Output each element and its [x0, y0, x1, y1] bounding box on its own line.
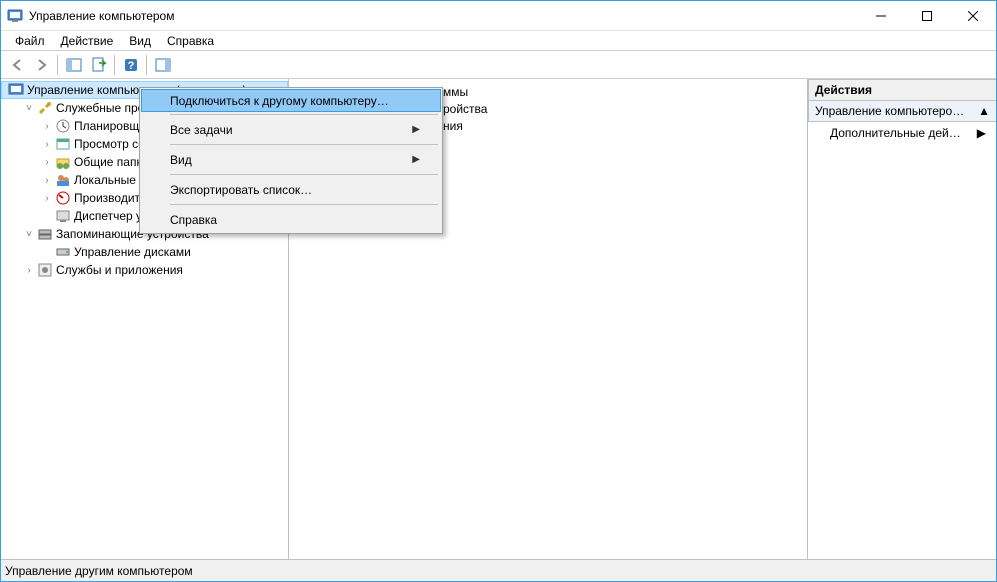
- cm-item-label: Справка: [170, 213, 217, 227]
- maximize-button[interactable]: [904, 1, 950, 30]
- expander-icon[interactable]: ˅: [23, 229, 35, 240]
- computer-mgmt-icon: [8, 82, 24, 98]
- context-menu: Подключиться к другому компьютеру… Все з…: [139, 87, 443, 234]
- expander-icon[interactable]: ›: [41, 193, 53, 204]
- window-controls: [858, 1, 996, 30]
- services-icon: [37, 262, 53, 278]
- actions-section[interactable]: Управление компьютеро… ▲: [808, 101, 996, 122]
- submenu-arrow-icon: ▶: [977, 126, 986, 140]
- menu-action[interactable]: Действие: [55, 32, 120, 50]
- cm-item-label: Экспортировать список…: [170, 183, 312, 197]
- svg-text:?: ?: [127, 60, 134, 72]
- menu-view[interactable]: Вид: [123, 32, 157, 50]
- list-item[interactable]: ммы: [439, 83, 487, 100]
- storage-icon: [37, 226, 53, 242]
- cm-view[interactable]: Вид ▶: [142, 148, 440, 171]
- expander-icon[interactable]: ›: [41, 175, 53, 186]
- help-button[interactable]: ?: [119, 54, 142, 76]
- cm-item-label: Вид: [170, 153, 192, 167]
- close-button[interactable]: [950, 1, 996, 30]
- tree-label: Службы и приложения: [55, 263, 183, 277]
- cm-separator: [170, 144, 438, 145]
- cm-export-list[interactable]: Экспортировать список…: [142, 178, 440, 201]
- expander-icon[interactable]: ›: [41, 157, 53, 168]
- expander-icon[interactable]: ›: [41, 121, 53, 132]
- show-hide-tree-button[interactable]: [62, 54, 85, 76]
- toolbar: ?: [1, 51, 996, 79]
- titlebar: Управление компьютером: [1, 1, 996, 31]
- list-item-label: ния: [443, 119, 463, 133]
- actions-item-label: Дополнительные дей…: [830, 126, 961, 140]
- export-button[interactable]: [87, 54, 110, 76]
- list-item-label: ройства: [443, 102, 487, 116]
- performance-icon: [55, 190, 71, 206]
- expander-icon[interactable]: ˅: [23, 103, 35, 114]
- toolbar-sep: [57, 55, 58, 75]
- toolbar-sep: [146, 55, 147, 75]
- list-item-label: ммы: [443, 85, 468, 99]
- tree-label: Управление дисками: [73, 245, 191, 259]
- submenu-arrow-icon: ▶: [412, 154, 420, 165]
- menu-help[interactable]: Справка: [161, 32, 220, 50]
- submenu-arrow-icon: ▶: [412, 124, 420, 135]
- cm-item-label: Все задачи: [170, 123, 233, 137]
- event-viewer-icon: [55, 136, 71, 152]
- toolbar-sep: [114, 55, 115, 75]
- actions-section-label: Управление компьютеро…: [815, 104, 964, 118]
- cm-separator: [170, 174, 438, 175]
- app-icon: [7, 8, 23, 24]
- cm-all-tasks[interactable]: Все задачи ▶: [142, 118, 440, 141]
- menubar: Файл Действие Вид Справка: [1, 31, 996, 51]
- actions-more[interactable]: Дополнительные дей… ▶: [808, 122, 996, 144]
- app-window: Управление компьютером Файл Действие Вид…: [0, 0, 997, 582]
- cm-help[interactable]: Справка: [142, 208, 440, 231]
- users-icon: [55, 172, 71, 188]
- cm-connect-another[interactable]: Подключиться к другому компьютеру…: [141, 89, 441, 112]
- list-item[interactable]: ройства: [439, 100, 487, 117]
- back-button[interactable]: [5, 54, 28, 76]
- menu-file[interactable]: Файл: [9, 32, 51, 50]
- statusbar: Управление другим компьютером: [1, 559, 996, 581]
- tools-icon: [37, 100, 53, 116]
- list-item[interactable]: ния: [439, 117, 487, 134]
- actions-header: Действия: [808, 79, 996, 101]
- actions-pane: Действия Управление компьютеро… ▲ Дополн…: [808, 79, 996, 559]
- minimize-button[interactable]: [858, 1, 904, 30]
- cm-item-label: Подключиться к другому компьютеру…: [170, 94, 389, 108]
- collapse-icon: ▲: [978, 104, 990, 118]
- cm-separator: [170, 204, 438, 205]
- cm-separator: [170, 114, 438, 115]
- tree-label: Общие папки: [73, 155, 148, 169]
- expander-icon[interactable]: ›: [41, 139, 53, 150]
- disk-icon: [55, 244, 71, 260]
- clock-icon: [55, 118, 71, 134]
- show-hide-actions-button[interactable]: [151, 54, 174, 76]
- expander-icon[interactable]: ›: [23, 265, 35, 276]
- window-title: Управление компьютером: [29, 9, 858, 23]
- forward-button[interactable]: [30, 54, 53, 76]
- device-manager-icon: [55, 208, 71, 224]
- tree-services-apps[interactable]: › Службы и приложения: [19, 261, 288, 279]
- shared-folders-icon: [55, 154, 71, 170]
- status-text: Управление другим компьютером: [5, 564, 193, 578]
- tree-disk-management[interactable]: Управление дисками: [37, 243, 288, 261]
